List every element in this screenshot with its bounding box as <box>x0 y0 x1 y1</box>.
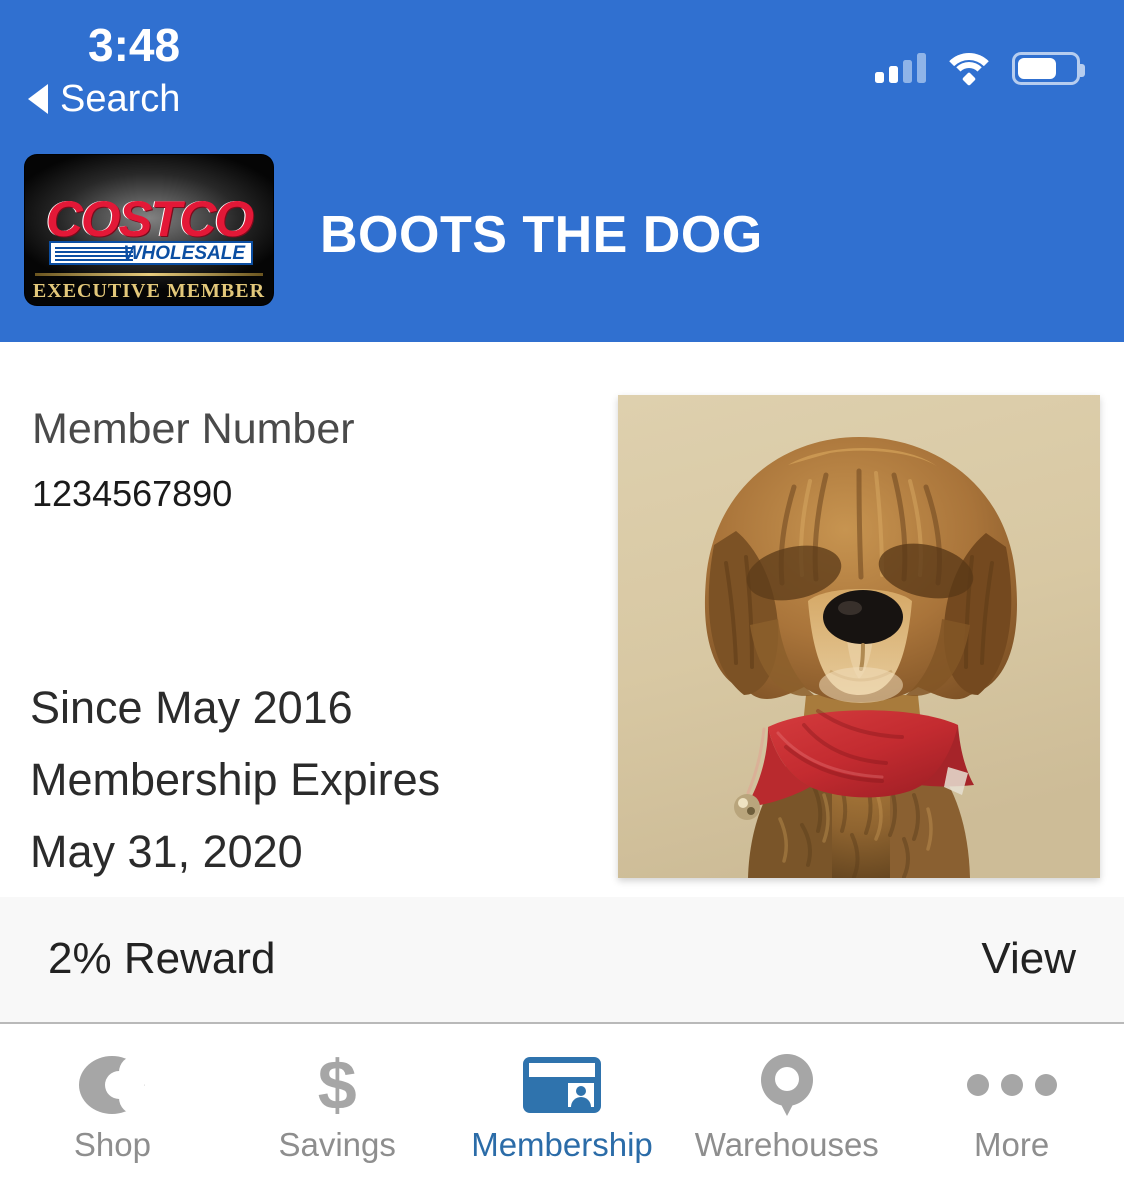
tab-shop-icon-wrap <box>79 1054 145 1116</box>
member-since-line: Since May 2016 <box>30 672 440 744</box>
card-tier-text: EXECUTIVE MEMBER <box>25 279 273 303</box>
membership-dates: Since May 2016 Membership Expires May 31… <box>30 672 440 888</box>
wifi-icon <box>948 52 990 84</box>
member-number-value: 1234567890 <box>32 473 232 515</box>
member-number-label: Member Number <box>32 404 355 454</box>
tab-shop-label: Shop <box>74 1126 151 1164</box>
battery-icon <box>1012 52 1080 85</box>
membership-expires-date: May 31, 2020 <box>30 816 440 888</box>
app-root: 3:48 Search 𝒺 <box>0 0 1124 1180</box>
membership-details: Member Number 1234567890 Since May 2016 … <box>0 342 1124 897</box>
membership-expires-label: Membership Expires <box>30 744 440 816</box>
bottom-tab-bar: Shop $ Savings Membership Warehouses Mor… <box>0 1026 1124 1180</box>
member-photo[interactable] <box>618 395 1100 878</box>
tab-more-label: More <box>974 1126 1049 1164</box>
membership-card-icon <box>523 1057 601 1113</box>
tab-more-icon-wrap <box>967 1054 1057 1116</box>
card-brand-text: COSTCO <box>25 195 273 243</box>
tab-membership-icon-wrap <box>523 1054 601 1116</box>
reward-view-button[interactable]: View <box>981 933 1076 985</box>
dollar-sign-icon: $ <box>318 1056 357 1114</box>
tab-savings-icon-wrap: $ <box>318 1054 357 1116</box>
page-title: BOOTS THE DOG <box>320 205 763 265</box>
tab-more[interactable]: More <box>899 1026 1124 1180</box>
ellipsis-icon <box>967 1074 1057 1096</box>
tab-savings[interactable]: $ Savings <box>225 1026 450 1180</box>
tab-savings-label: Savings <box>278 1126 395 1164</box>
card-divider <box>35 273 263 276</box>
costco-c-icon <box>79 1056 145 1114</box>
back-caret-icon <box>28 84 48 114</box>
tab-membership[interactable]: Membership <box>450 1026 675 1180</box>
card-sub-brand-bar: WHOLESALE <box>49 241 253 265</box>
boots-the-dog-photo-image <box>618 395 1100 878</box>
tab-warehouses[interactable]: Warehouses <box>674 1026 899 1180</box>
card-icon-stripe <box>529 1063 595 1077</box>
card-icon-person <box>568 1083 594 1107</box>
card-stripes <box>55 247 133 261</box>
back-to-search-link[interactable]: Search <box>28 78 180 120</box>
reward-row[interactable]: 2% Reward View <box>0 897 1124 1024</box>
map-pin-icon <box>761 1054 813 1116</box>
tab-shop[interactable]: Shop <box>0 1026 225 1180</box>
status-bar-indicators <box>875 46 1080 90</box>
card-sub-brand-text: WHOLESALE <box>124 244 245 263</box>
tab-warehouses-label: Warehouses <box>695 1126 879 1164</box>
status-bar-time: 3:48 <box>88 18 180 72</box>
tab-warehouses-icon-wrap <box>761 1054 813 1116</box>
reward-label: 2% Reward <box>48 933 275 985</box>
app-header: 3:48 Search 𝒺 <box>0 0 1124 342</box>
signal-bars-icon <box>875 53 926 83</box>
back-link-label: Search <box>60 78 180 120</box>
costco-executive-member-card-logo: 𝒺 COSTCO WHOLESALE EXECUTIVE MEMBER <box>25 155 273 305</box>
tab-membership-label: Membership <box>471 1126 653 1164</box>
